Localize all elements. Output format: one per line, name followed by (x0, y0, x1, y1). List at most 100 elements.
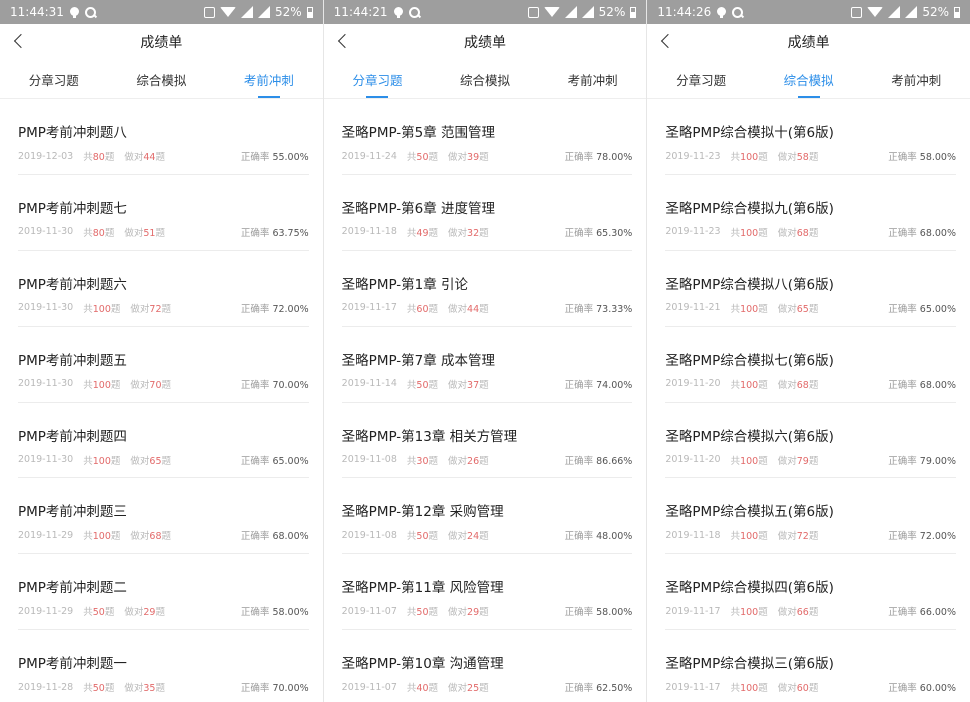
wifi-icon (543, 7, 560, 17)
list-item[interactable]: PMP考前冲刺题六 2019-11-30 共100题 做对72题 正确率 72.00% (18, 251, 309, 327)
list-item[interactable]: 圣略PMP综合模拟八(第6版) 2019-11-21 共100题 做对65题 正确率 6… (665, 251, 957, 327)
item-total: 共40题 (407, 680, 438, 694)
correct-suffix: 题 (161, 531, 172, 543)
tab-chapter-exercises[interactable]: 分章习题 (324, 60, 432, 98)
correct-suffix: 题 (479, 683, 489, 695)
correct-count: 72 (796, 531, 809, 543)
total-suffix: 题 (758, 227, 768, 239)
rate-label: 正确率 (888, 303, 917, 315)
battery-percent: 52% (275, 5, 302, 19)
list-item[interactable]: 圣略PMP-第13章 相关方管理 2019-11-08 共30题 做对26题 正确率 8… (341, 403, 633, 479)
rate-value: 74.00% (596, 379, 633, 391)
item-total: 共30题 (407, 453, 438, 467)
item-title: PMP考前冲刺题八 (18, 125, 127, 141)
total-suffix: 题 (428, 152, 439, 163)
list-item[interactable]: 圣略PMP-第12章 采购管理 2019-11-08 共50题 做对24题 正确率 48… (341, 478, 633, 555)
total-count: 100 (740, 379, 759, 391)
list-item[interactable]: PMP考前冲刺题七 2019-11-30 共80题 做对51题 正确率 63.75% (18, 175, 309, 251)
item-correct: 做对51题 (124, 225, 165, 239)
total-prefix: 共 (406, 531, 417, 543)
list-item[interactable]: 圣略PMP-第11章 风险管理 2019-11-07 共50题 做对29题 正确率 58… (341, 554, 633, 631)
list-item[interactable]: 圣略PMP综合模拟六(第6版) 2019-11-20 共100题 做对79题 正确率 7… (665, 403, 957, 479)
item-meta: 2019-11-30 共100题 做对70题 正确率 70.00% (18, 377, 309, 391)
item-rate: 正确率 86.66% (565, 453, 633, 467)
nav-bar: 成绩单 (0, 24, 323, 60)
item-date: 2019-11-30 (18, 378, 74, 390)
tab-mock-exams[interactable]: 综合模拟 (755, 60, 863, 98)
rate-label: 正确率 (564, 683, 594, 695)
signal-icon (581, 6, 594, 18)
total-suffix: 题 (104, 152, 115, 163)
item-meta: 2019-11-28 共50题 做对35题 正确率 70.00% (18, 680, 309, 695)
item-correct: 做对32题 (448, 225, 489, 239)
item-date: 2019-11-18 (341, 226, 397, 238)
list-item[interactable]: 圣略PMP综合模拟五(第6版) 2019-11-18 共100题 做对72题 正确率 7… (665, 478, 957, 555)
status-time: 11:44:31 (10, 5, 64, 19)
list-item[interactable]: 圣略PMP综合模拟四(第6版) 2019-11-17 共100题 做对66题 正确率 6… (665, 554, 957, 631)
list-item[interactable]: PMP考前冲刺题八 2019-12-03 共80题 做对44题 正确率 55.00% (18, 99, 309, 175)
list-item[interactable]: PMP考前冲刺题二 2019-11-29 共50题 做对29题 正确率 58.00% (18, 554, 309, 631)
item-date: 2019-11-21 (665, 302, 721, 314)
tab-chapter-exercises[interactable]: 分章习题 (647, 60, 755, 98)
list-item[interactable]: PMP考前冲刺题四 2019-11-30 共100题 做对65题 正确率 65.00% (18, 403, 309, 479)
correct-prefix: 做对 (130, 303, 150, 315)
total-count: 100 (92, 455, 111, 467)
correct-suffix: 题 (808, 227, 819, 239)
total-prefix: 共 (730, 455, 741, 467)
list-item[interactable]: 圣略PMP综合模拟十(第6版) 2019-11-23 共100题 做对58题 正确率 5… (665, 99, 957, 175)
total-prefix: 共 (83, 455, 93, 467)
list-item[interactable]: 圣略PMP-第1章 引论 2019-11-17 共60题 做对44题 正确率 73.33… (341, 251, 633, 327)
list-item[interactable]: 圣略PMP综合模拟九(第6版) 2019-11-23 共100题 做对68题 正确率 6… (665, 175, 957, 251)
item-correct: 做对44题 (124, 149, 165, 163)
item-rate: 正确率 58.00% (565, 604, 633, 618)
total-prefix: 共 (730, 152, 741, 163)
back-arrow-icon[interactable] (13, 33, 29, 49)
item-correct: 做对58题 (778, 149, 819, 163)
tab-final-sprint[interactable]: 考前冲刺 (215, 60, 323, 98)
list-item[interactable]: PMP考前冲刺题一 2019-11-28 共50题 做对35题 正确率 70.00% (18, 630, 309, 702)
item-title: 圣略PMP综合模拟六(第6版) (665, 428, 834, 445)
item-date: 2019-11-17 (665, 605, 721, 617)
rate-value: 70.00% (272, 683, 309, 695)
tab-final-sprint[interactable]: 考前冲刺 (862, 60, 970, 98)
rate-label: 正确率 (888, 531, 917, 543)
total-count: 30 (416, 455, 429, 467)
list-item[interactable]: PMP考前冲刺题三 2019-11-29 共100题 做对68题 正确率 68.00% (18, 478, 309, 555)
tab-chapter-exercises[interactable]: 分章习题 (0, 60, 108, 98)
correct-prefix: 做对 (448, 607, 468, 619)
back-arrow-icon[interactable] (337, 33, 352, 49)
list-item[interactable]: 圣略PMP-第5章 范围管理 2019-11-24 共50题 做对39题 正确率 78.… (341, 99, 633, 175)
item-total: 共100题 (731, 149, 768, 163)
total-prefix: 共 (83, 531, 93, 543)
list-item[interactable]: 圣略PMP综合模拟七(第6版) 2019-11-20 共100题 做对68题 正确率 6… (665, 327, 957, 403)
list-item[interactable]: 圣略PMP-第10章 沟通管理 2019-11-07 共40题 做对25题 正确率 62… (342, 630, 633, 702)
correct-count: 68 (796, 227, 809, 239)
page-title: 成绩单 (140, 35, 183, 51)
correct-count: 65 (149, 455, 162, 467)
correct-suffix: 题 (155, 607, 165, 619)
total-suffix: 题 (758, 683, 768, 695)
total-count: 80 (92, 227, 105, 239)
list-item[interactable]: PMP考前冲刺题五 2019-11-30 共100题 做对70题 正确率 70.00% (18, 327, 309, 403)
correct-count: 32 (467, 227, 480, 239)
rate-value: 70.00% (272, 379, 309, 391)
signal-icon (905, 6, 918, 18)
status-time: 11:44:26 (657, 5, 712, 19)
list-item[interactable]: 圣略PMP-第6章 进度管理 2019-11-18 共49题 做对32题 正确率 65.… (341, 175, 633, 251)
rate-value: 65.00% (919, 303, 957, 315)
total-suffix: 题 (758, 531, 768, 543)
correct-count: 79 (796, 455, 809, 467)
back-arrow-icon[interactable] (661, 33, 676, 49)
rate-label: 正确率 (240, 152, 270, 163)
list-item[interactable]: 圣略PMP综合模拟三(第6版) 2019-11-17 共100题 做对60题 正确率 6… (665, 630, 956, 702)
tab-mock-exams[interactable]: 综合模拟 (431, 60, 539, 98)
rate-value: 72.00% (919, 531, 957, 543)
item-date: 2019-11-23 (665, 226, 721, 238)
item-total: 共50题 (407, 377, 438, 391)
list-item[interactable]: 圣略PMP-第7章 成本管理 2019-11-14 共50题 做对37题 正确率 74.… (341, 327, 633, 403)
tab-final-sprint[interactable]: 考前冲刺 (539, 60, 647, 98)
tab-mock-exams[interactable]: 综合模拟 (108, 60, 216, 98)
item-date: 2019-12-03 (18, 150, 74, 162)
item-title: 圣略PMP综合模拟七(第6版) (665, 352, 834, 369)
rate-label: 正确率 (564, 531, 594, 543)
